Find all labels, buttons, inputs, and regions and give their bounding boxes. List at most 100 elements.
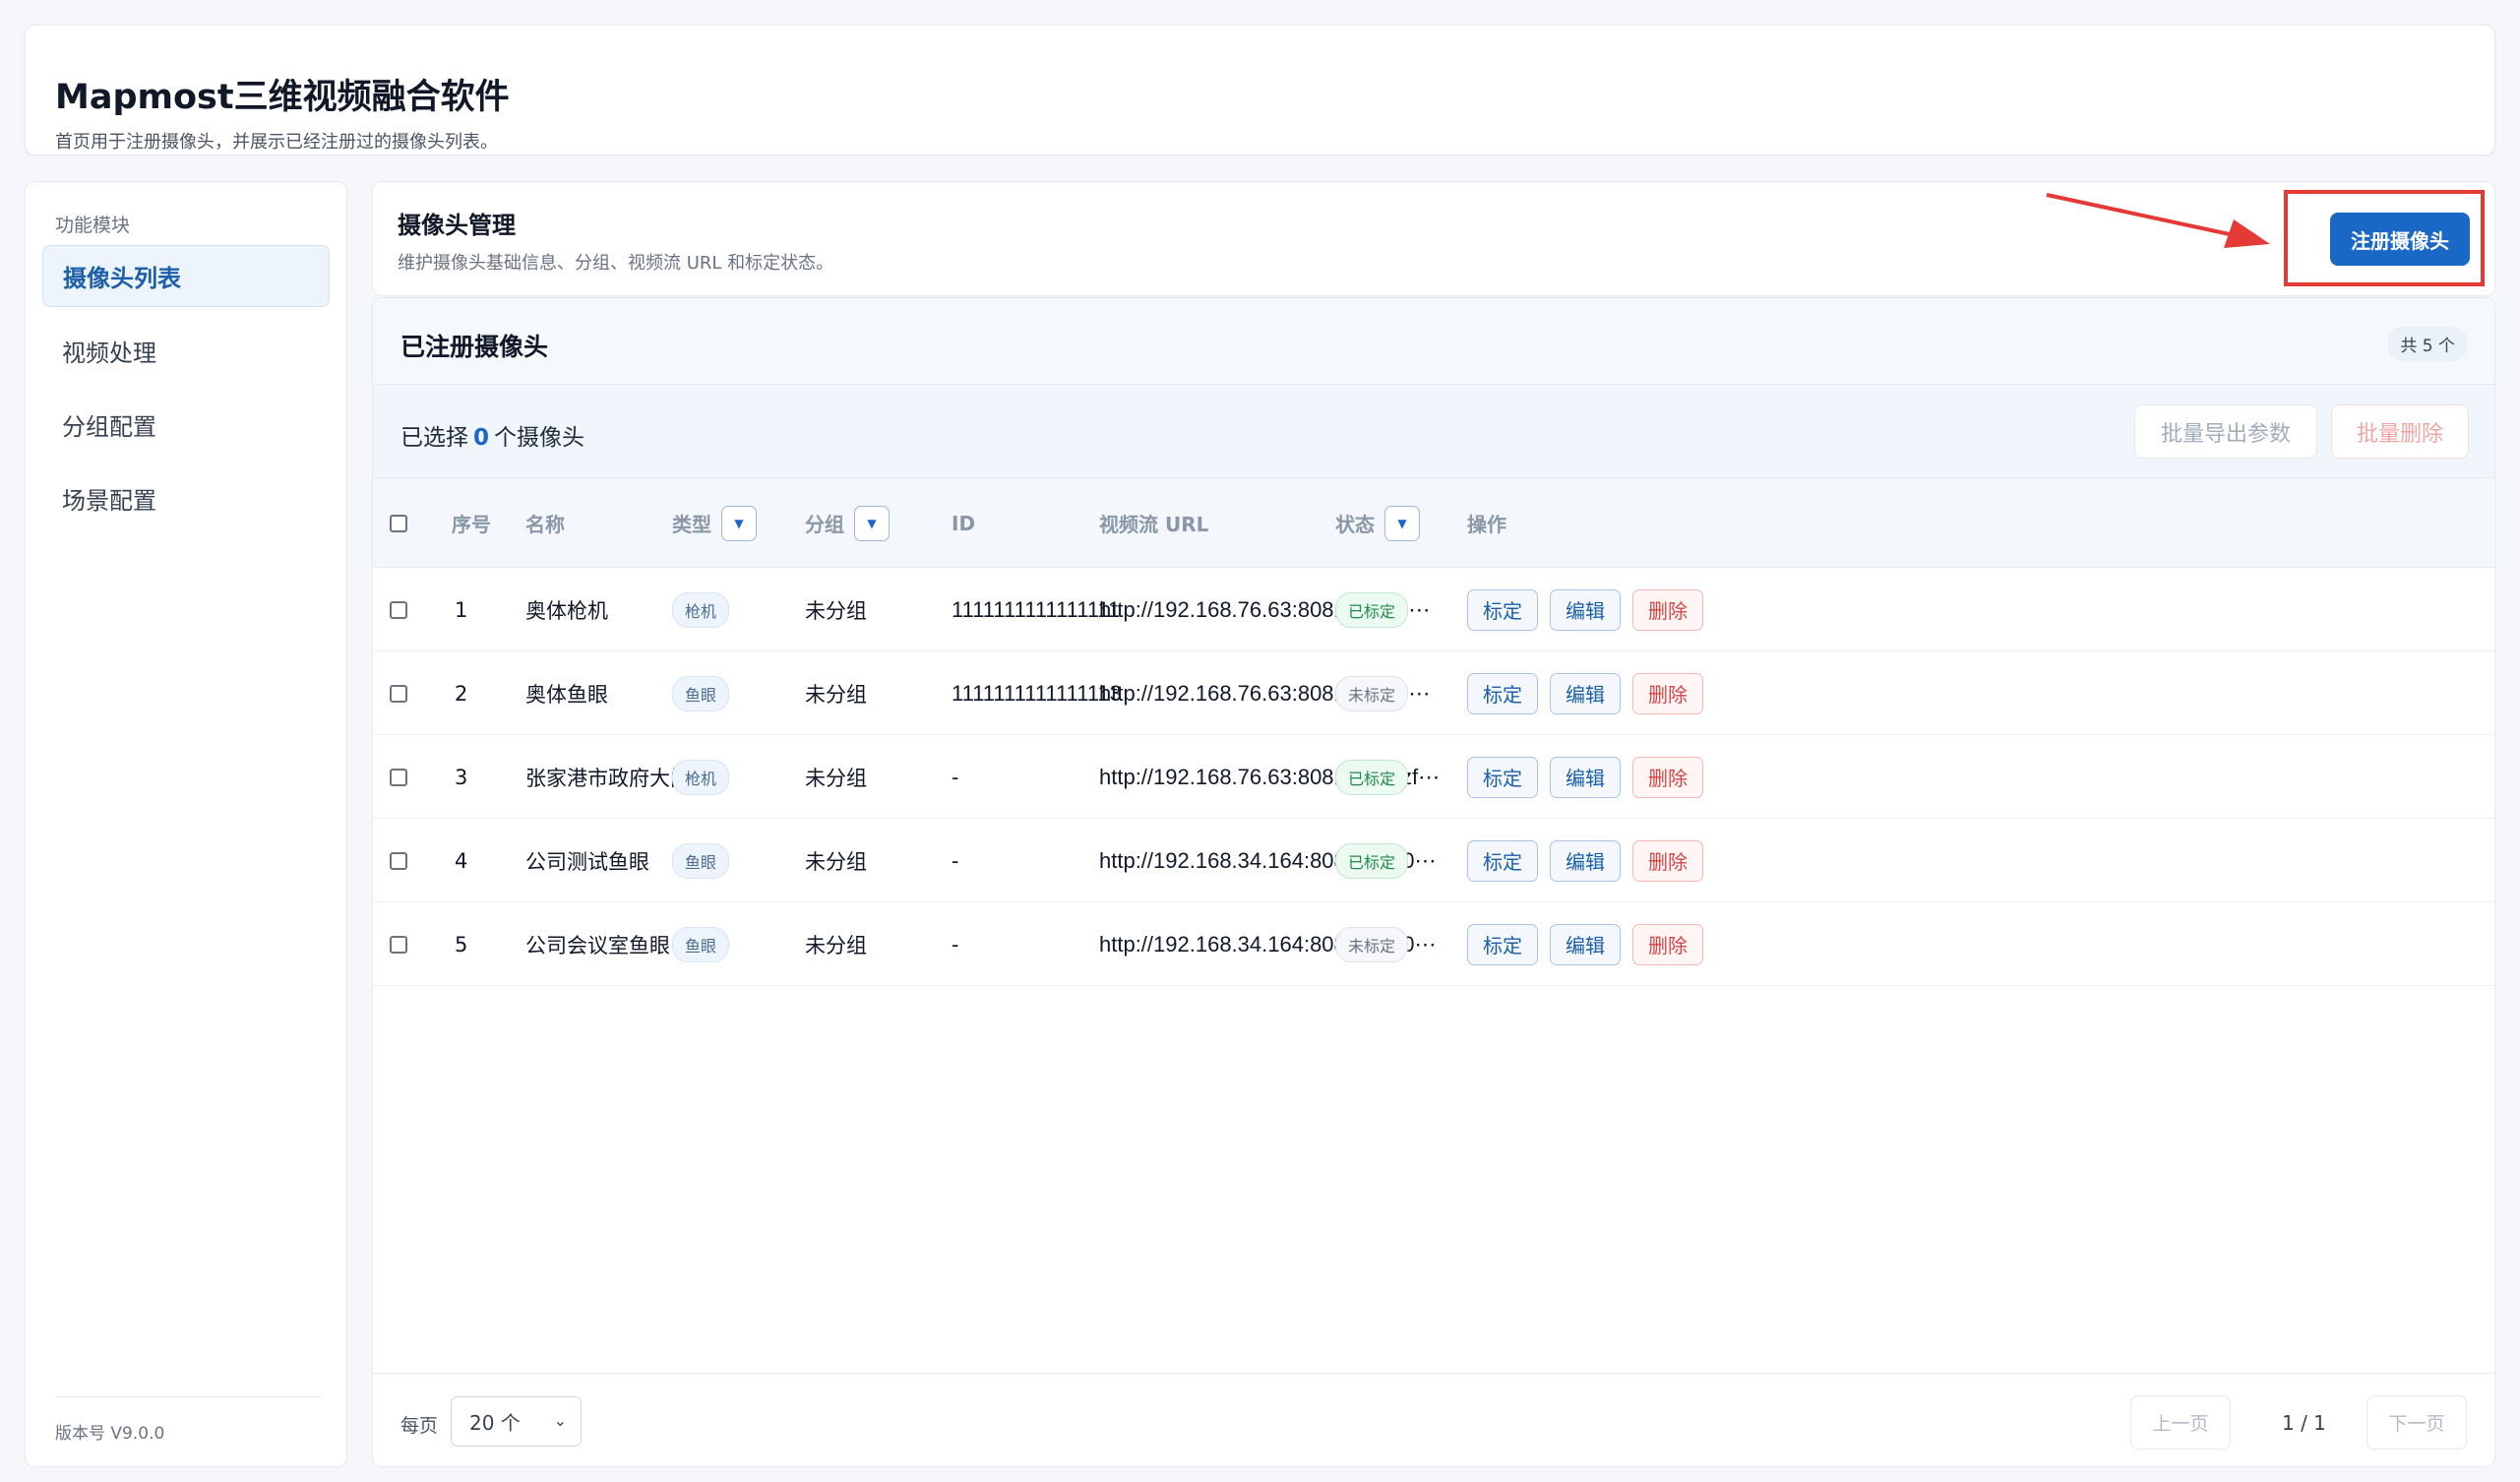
sidebar-item-label: 摄像头列表 (63, 265, 181, 292)
sidebar-item-group-config[interactable]: 分组配置 (42, 394, 330, 456)
status-badge: 已标定 (1335, 591, 1409, 628)
calibrate-button[interactable]: 标定 (1467, 588, 1538, 631)
delete-button[interactable]: 删除 (1632, 839, 1703, 882)
row-checkbox[interactable] (390, 851, 407, 870)
calibrate-button[interactable]: 标定 (1467, 672, 1538, 714)
row-checkbox[interactable] (390, 684, 407, 703)
row-name: 奥体枪机 (525, 598, 608, 623)
header-name: 名称 (525, 513, 565, 536)
edit-button[interactable]: 编辑 (1550, 839, 1621, 882)
row-status-cell: 已标定 (1335, 819, 1409, 902)
row-index: 5 (455, 932, 468, 957)
type-filter-dropdown-icon[interactable]: ▼ (721, 505, 757, 541)
calibrate-button[interactable]: 标定 (1467, 756, 1538, 798)
sidebar-item-label: 场景配置 (62, 487, 156, 515)
row-group: 未分组 (805, 766, 867, 790)
type-tag: 鱼眼 (672, 675, 730, 711)
delete-button[interactable]: 删除 (1632, 923, 1703, 965)
status-filter-dropdown-icon[interactable]: ▼ (1384, 505, 1420, 541)
row-group: 未分组 (805, 849, 867, 874)
table-row: 2 奥体鱼眼 鱼眼 未分组 1111111111111113 http://19… (373, 651, 2494, 735)
select-all-cell (390, 478, 407, 568)
prev-page-button[interactable]: 上一页 (2130, 1395, 2231, 1450)
page-info: 1 / 1 (2282, 1411, 2326, 1435)
count-badge: 共 5 个 (2388, 327, 2467, 361)
header-group: 分组 (805, 513, 844, 536)
delete-button[interactable]: 删除 (1632, 672, 1703, 714)
row-id: - (952, 764, 959, 789)
app-subtitle: 首页用于注册摄像头，并展示已经注册过的摄像头列表。 (55, 132, 498, 153)
row-name: 公司会议室鱼眼 (525, 933, 670, 957)
row-select-cell (390, 902, 407, 986)
page-description: 维护摄像头基础信息、分组、视频流 URL 和标定状态。 (398, 253, 834, 274)
edit-button[interactable]: 编辑 (1550, 588, 1621, 631)
group-filter-dropdown-icon[interactable]: ▼ (854, 505, 890, 541)
header-status-cell: 状态 ▼ (1335, 478, 1420, 568)
edit-button[interactable]: 编辑 (1550, 672, 1621, 714)
sidebar-section-title: 功能模块 (55, 215, 131, 236)
delete-button[interactable]: 删除 (1632, 588, 1703, 631)
selection-bar: 已选择 0 个摄像头 批量导出参数 批量删除 (373, 385, 2494, 478)
panel-title: 已注册摄像头 (400, 333, 549, 361)
header-url: 视频流 URL (1099, 513, 1209, 536)
status-badge: 已标定 (1335, 759, 1409, 795)
row-index: 1 (455, 597, 468, 622)
delete-button[interactable]: 删除 (1632, 756, 1703, 798)
edit-button[interactable]: 编辑 (1550, 756, 1621, 798)
row-group: 未分组 (805, 682, 867, 707)
row-group: 未分组 (805, 933, 867, 957)
sidebar-item-label: 视频处理 (62, 340, 156, 367)
page-size-value: 20 个 (469, 1411, 521, 1435)
row-name: 公司测试鱼眼 (525, 849, 649, 874)
sidebar-divider (55, 1396, 321, 1397)
row-checkbox[interactable] (390, 600, 407, 619)
row-id: - (952, 847, 959, 873)
register-camera-button[interactable]: 注册摄像头 (2330, 213, 2470, 266)
row-id: 1111111111111113 (952, 680, 1122, 706)
row-select-cell (390, 651, 407, 735)
edit-button[interactable]: 编辑 (1550, 923, 1621, 965)
batch-delete-button[interactable]: 批量删除 (2331, 404, 2469, 459)
row-status-cell: 未标定 (1335, 902, 1409, 986)
header-type-cell: 类型 ▼ (672, 478, 757, 568)
version-label: 版本号 V9.0.0 (55, 1424, 165, 1444)
selection-prefix: 已选择 (400, 425, 468, 451)
app-title: Mapmost三维视频融合软件 (55, 78, 510, 117)
sidebar-item-scene-config[interactable]: 场景配置 (42, 467, 330, 529)
batch-export-button[interactable]: 批量导出参数 (2134, 404, 2317, 459)
row-select-cell (390, 819, 407, 902)
calibrate-button[interactable]: 标定 (1467, 923, 1538, 965)
row-index: 2 (455, 681, 468, 706)
selection-suffix: 个摄像头 (494, 425, 585, 451)
annotation-arrow-icon (2046, 193, 2270, 248)
calibrate-button[interactable]: 标定 (1467, 839, 1538, 882)
sidebar-item-camera-list[interactable]: 摄像头列表 (42, 245, 330, 307)
page-size-select[interactable]: 20 个 ⌄ (451, 1396, 582, 1447)
row-status-cell: 已标定 (1335, 568, 1409, 651)
row-type-cell: 枪机 (672, 568, 730, 651)
row-checkbox[interactable] (390, 935, 407, 954)
row-status-cell: 已标定 (1335, 735, 1409, 819)
header-status: 状态 (1335, 513, 1375, 536)
header-index: 序号 (452, 513, 491, 536)
sidebar: 功能模块 摄像头列表 视频处理 分组配置 场景配置 版本号 V9.0.0 (25, 181, 347, 1467)
row-type-cell: 鱼眼 (672, 819, 730, 902)
type-tag: 枪机 (672, 759, 730, 795)
table-header: 序号 名称 类型 ▼ 分组 ▼ ID 视频流 URL 状态 ▼ 操作 (373, 478, 2494, 568)
row-actions: 标定 编辑 删除 (1467, 902, 1715, 986)
row-id: 1111111111111111 (952, 596, 1121, 622)
select-all-checkbox[interactable] (390, 514, 407, 532)
selection-summary: 已选择 0 个摄像头 (400, 418, 584, 452)
row-checkbox[interactable] (390, 768, 407, 786)
chevron-down-icon: ⌄ (553, 1411, 567, 1430)
row-select-cell (390, 568, 407, 651)
next-page-button[interactable]: 下一页 (2366, 1395, 2467, 1450)
status-badge: 未标定 (1335, 926, 1409, 962)
row-type-cell: 枪机 (672, 735, 730, 819)
table-row: 3 张家港市政府大门东 枪机 未分组 - http://192.168.76.6… (373, 735, 2494, 819)
sidebar-item-video-processing[interactable]: 视频处理 (42, 320, 330, 382)
panel-header: 已注册摄像头 共 5 个 (373, 298, 2494, 385)
status-badge: 未标定 (1335, 675, 1409, 711)
row-index: 3 (455, 765, 468, 789)
row-actions: 标定 编辑 删除 (1467, 568, 1715, 651)
